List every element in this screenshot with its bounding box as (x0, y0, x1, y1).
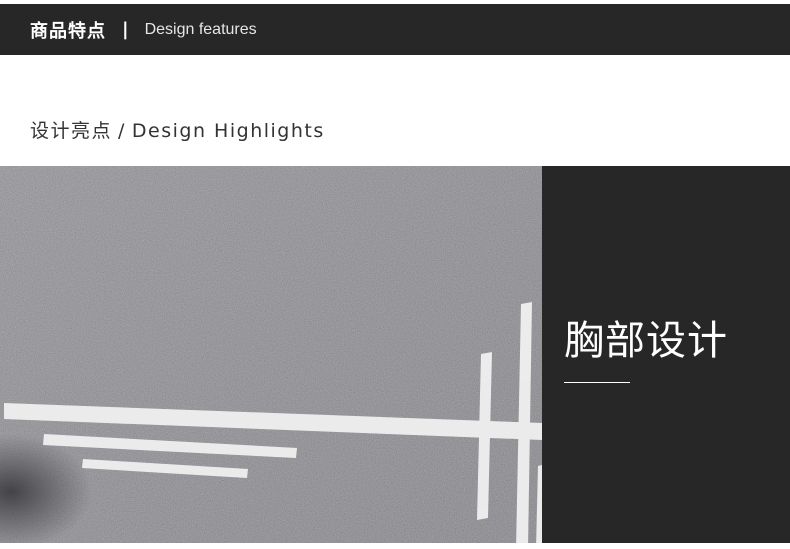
fabric-closeup-image (0, 166, 542, 549)
header-title-cn: 商品特点 (30, 20, 106, 42)
section-title-en: Design Highlights (131, 120, 325, 142)
section-heading: 设计亮点 / Design Highlights (30, 116, 325, 143)
bottom-divider (0, 543, 790, 549)
fabric-texture-graphic (0, 166, 542, 549)
section-separator: / (118, 120, 126, 142)
header-title-en: Design features (144, 20, 257, 38)
header-bar: 商品特点 | Design features (0, 4, 790, 55)
feature-title-underline (564, 382, 630, 383)
header-divider: | (122, 18, 129, 40)
feature-title: 胸部设计 (564, 318, 728, 364)
feature-info-panel: 胸部设计 (542, 166, 790, 549)
section-title-cn: 设计亮点 (30, 120, 113, 142)
product-detail-page: 商品特点 | Design features 设计亮点 / Design Highl… (0, 0, 790, 549)
